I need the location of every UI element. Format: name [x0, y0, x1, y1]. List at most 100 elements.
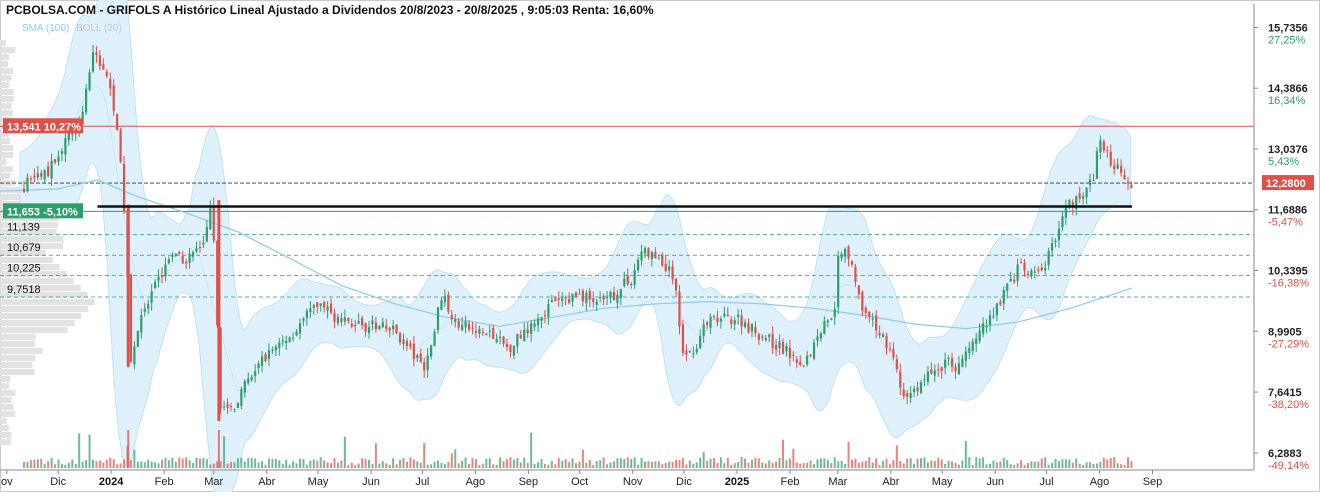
candle-body [257, 363, 260, 369]
volume-bar [1016, 463, 1019, 468]
volume-bar [585, 462, 588, 468]
volume-bar [599, 460, 602, 468]
candle-body [719, 318, 722, 322]
candle-body [623, 278, 626, 287]
candle-body [754, 327, 757, 334]
volume-bar [571, 458, 574, 468]
volume-profile-bar [0, 103, 12, 109]
volume-bar [1123, 464, 1126, 468]
candle-body [340, 318, 343, 323]
volume-profile-bar [0, 439, 12, 445]
candle-body [1130, 185, 1133, 188]
volume-bar [543, 463, 546, 468]
volume-bar [209, 464, 212, 468]
candle-body [685, 350, 688, 355]
candle-body [554, 298, 557, 301]
candle-body [91, 52, 95, 72]
volume-bar [799, 463, 802, 468]
candle-body [678, 291, 681, 327]
candle-body [426, 355, 429, 371]
candle-body [1026, 273, 1030, 275]
volume-bar [833, 457, 836, 468]
volume-bar [792, 448, 795, 468]
volume-bar [295, 463, 298, 468]
candle-body [198, 246, 202, 248]
candle-body [281, 340, 284, 342]
gap-candle [217, 200, 221, 421]
volume-bar [299, 458, 301, 468]
candle-body [36, 173, 39, 178]
volume-bar [285, 459, 288, 468]
volume-bar [920, 458, 922, 468]
volume-profile-bar [0, 334, 36, 340]
candle-body [536, 318, 540, 326]
volume-bar [116, 464, 119, 468]
candle-body [592, 298, 595, 302]
volume-bar [219, 461, 222, 468]
volume-bar [343, 436, 346, 468]
candle-body [436, 307, 440, 330]
volume-bar [654, 461, 657, 468]
volume-bar [67, 462, 70, 468]
volume-bar [212, 463, 215, 468]
candle-body [412, 343, 415, 359]
candle-body [302, 318, 305, 321]
price-tick-label: 8,9905 [1268, 326, 1302, 338]
time-tick-label: Jun [986, 476, 1004, 488]
volume-bar [844, 463, 847, 468]
candle-body [29, 178, 32, 180]
candle-body [716, 317, 719, 323]
volume-bar [371, 463, 374, 468]
candle-body [474, 331, 478, 333]
candle-body [388, 327, 391, 331]
volume-bar [336, 462, 339, 468]
candle-body [609, 291, 612, 298]
candle-body [40, 172, 43, 177]
volume-bar [968, 457, 971, 468]
candle-body [726, 314, 729, 317]
candle-body [923, 379, 926, 381]
volume-profile-bar [0, 397, 12, 403]
volume-bar [592, 464, 595, 468]
candle-body [1016, 264, 1019, 281]
volume-bar [223, 436, 226, 468]
legend-sma[interactable]: SMA (100) [22, 23, 69, 34]
volume-bar [564, 459, 567, 468]
volume-bar [1026, 463, 1029, 468]
candle-body [781, 341, 785, 354]
candle-body [419, 353, 422, 363]
candle-body [1006, 283, 1009, 291]
time-tick-label: Nov [623, 476, 643, 488]
candle-body [861, 291, 864, 311]
candle-body [247, 378, 250, 384]
candle-body [488, 330, 491, 332]
candle-body [226, 403, 229, 408]
candle-body [440, 300, 443, 310]
candle-body [837, 255, 840, 308]
volume-bar [85, 460, 88, 468]
candle-body [329, 303, 333, 313]
candle-body [571, 294, 574, 302]
candle-body [1054, 240, 1057, 242]
candle-body [26, 177, 29, 192]
volume-bar [471, 458, 474, 468]
volume-bar [547, 464, 550, 468]
candle-body [961, 358, 964, 367]
candle-body [1047, 251, 1050, 265]
volume-bar [671, 461, 674, 468]
volume-bar [702, 452, 705, 468]
chart-title: PCBOLSA.COM - GRIFOLS A Histórico Lineal… [6, 3, 654, 17]
volume-bar [502, 461, 505, 468]
volume-bar [488, 458, 491, 468]
legend-boll[interactable]: BOLL (20) [76, 23, 122, 34]
volume-bar [271, 458, 274, 468]
candle-body [871, 318, 874, 320]
volume-bar [516, 458, 519, 468]
volume-bar [1006, 460, 1009, 468]
candle-body [802, 365, 805, 367]
candle-body [964, 351, 967, 361]
candle-body [364, 323, 367, 332]
candle-body [416, 355, 419, 358]
volume-bar [195, 457, 198, 468]
volume-bar [150, 461, 153, 468]
